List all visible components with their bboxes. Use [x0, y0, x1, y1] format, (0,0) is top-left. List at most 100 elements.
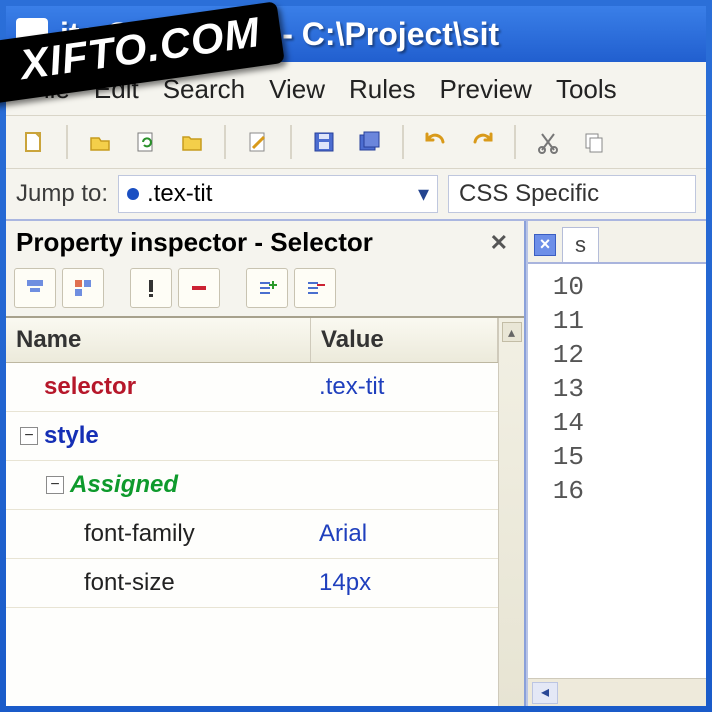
line-number: 11: [534, 306, 584, 336]
row-name: Assigned: [70, 471, 178, 499]
selector-bullet-icon: [127, 188, 139, 200]
copy-button[interactable]: [574, 122, 614, 162]
edit-doc-icon: [246, 130, 270, 154]
save-all-icon: [358, 130, 382, 154]
save-all-button[interactable]: [350, 122, 390, 162]
separator: [290, 125, 292, 159]
close-icon[interactable]: ✕: [484, 230, 514, 256]
line-number: 16: [534, 476, 584, 506]
insp-btn-1[interactable]: [14, 268, 56, 308]
row-name: font-family: [14, 520, 195, 548]
table-row[interactable]: font-size 14px: [6, 559, 498, 608]
table-row[interactable]: − Assigned: [6, 461, 498, 510]
insp-btn-6[interactable]: [294, 268, 336, 308]
collapse-icon[interactable]: −: [46, 476, 64, 494]
table-row[interactable]: font-family Arial: [6, 510, 498, 559]
row-name: font-size: [14, 569, 175, 597]
open-icon: [88, 130, 112, 154]
grid-header: Name Value: [6, 318, 498, 363]
client-area: File Edit Search View Rules Preview Tool…: [6, 62, 706, 706]
row-name: style: [44, 422, 99, 450]
separator: [66, 125, 68, 159]
inspector-toolbar: [6, 264, 524, 316]
insp-btn-2[interactable]: [62, 268, 104, 308]
filter-icon: [24, 277, 46, 299]
css-spec-combo[interactable]: CSS Specific: [448, 175, 696, 213]
reload-icon: [134, 130, 158, 154]
row-value[interactable]: 14px: [311, 559, 498, 607]
insp-btn-3[interactable]: [130, 268, 172, 308]
table-row[interactable]: selector .tex-tit: [6, 363, 498, 412]
undo-icon: [423, 130, 449, 154]
remove-prop-icon: [188, 277, 210, 299]
copy-icon: [582, 130, 606, 154]
save-button[interactable]: [304, 122, 344, 162]
spacer: [226, 268, 240, 308]
editor-tab[interactable]: s: [562, 227, 599, 262]
menu-view[interactable]: View: [257, 70, 337, 109]
add-rule-icon: [256, 277, 278, 299]
scroll-left-icon[interactable]: ◂: [532, 682, 558, 704]
row-value: [311, 412, 498, 460]
row-value: [311, 461, 498, 509]
spacer: [110, 268, 124, 308]
editor-pane: × s 10 11 12 13 14 15 16 ◂: [526, 221, 706, 706]
chevron-down-icon: ▾: [418, 181, 429, 207]
editor-tabs: × s: [528, 221, 706, 264]
separator: [224, 125, 226, 159]
main-toolbar: [6, 115, 706, 169]
line-number: 13: [534, 374, 584, 404]
save-icon: [312, 130, 336, 154]
edit-doc-button[interactable]: [238, 122, 278, 162]
insp-btn-5[interactable]: [246, 268, 288, 308]
jump-bar: Jump to: .tex-tit ▾ CSS Specific: [6, 169, 706, 221]
jump-value: .tex-tit: [147, 180, 212, 208]
redo-button[interactable]: [462, 122, 502, 162]
new-file-icon: [22, 130, 46, 154]
row-name: selector: [14, 373, 136, 401]
property-inspector-pane: Property inspector - Selector ✕: [6, 221, 526, 706]
inspector-header: Property inspector - Selector ✕: [6, 221, 524, 264]
line-number: 10: [534, 272, 584, 302]
col-header-value[interactable]: Value: [311, 318, 498, 362]
editor-hscroll[interactable]: ◂: [528, 678, 706, 706]
separator: [402, 125, 404, 159]
line-number: 15: [534, 442, 584, 472]
important-icon: [140, 277, 162, 299]
col-header-name[interactable]: Name: [6, 318, 311, 362]
code-editor[interactable]: 10 11 12 13 14 15 16: [528, 264, 706, 678]
tab-close-icon[interactable]: ×: [534, 234, 556, 256]
cut-button[interactable]: [528, 122, 568, 162]
undo-button[interactable]: [416, 122, 456, 162]
category-icon: [72, 277, 94, 299]
row-value[interactable]: .tex-tit: [311, 363, 498, 411]
grid-scrollbar[interactable]: ▴: [498, 318, 524, 706]
grid-body: Name Value selector .tex-tit − style: [6, 318, 498, 706]
insp-btn-4[interactable]: [178, 268, 220, 308]
open-folder-button[interactable]: [172, 122, 212, 162]
app-window: ite CSS Editor - C:\Project\sit File Edi…: [0, 0, 712, 712]
scroll-up-icon[interactable]: ▴: [502, 322, 522, 342]
reload-button[interactable]: [126, 122, 166, 162]
content-area: Property inspector - Selector ✕: [6, 221, 706, 706]
css-spec-label: CSS Specific: [459, 180, 599, 208]
collapse-icon[interactable]: −: [20, 427, 38, 445]
open-button[interactable]: [80, 122, 120, 162]
menu-rules[interactable]: Rules: [337, 70, 427, 109]
table-row[interactable]: − style: [6, 412, 498, 461]
menu-tools[interactable]: Tools: [544, 70, 629, 109]
new-file-button[interactable]: [14, 122, 54, 162]
cut-icon: [536, 130, 560, 154]
line-number: 12: [534, 340, 584, 370]
jump-combo[interactable]: .tex-tit ▾: [118, 175, 438, 213]
line-gutter: 10 11 12 13 14 15 16: [534, 272, 700, 506]
inspector-title: Property inspector - Selector: [16, 227, 373, 258]
jump-label: Jump to:: [16, 180, 108, 208]
redo-icon: [469, 130, 495, 154]
separator: [514, 125, 516, 159]
row-value[interactable]: Arial: [311, 510, 498, 558]
line-number: 14: [534, 408, 584, 438]
remove-rule-icon: [304, 277, 326, 299]
menu-preview[interactable]: Preview: [427, 70, 543, 109]
property-grid: Name Value selector .tex-tit − style: [6, 316, 524, 706]
